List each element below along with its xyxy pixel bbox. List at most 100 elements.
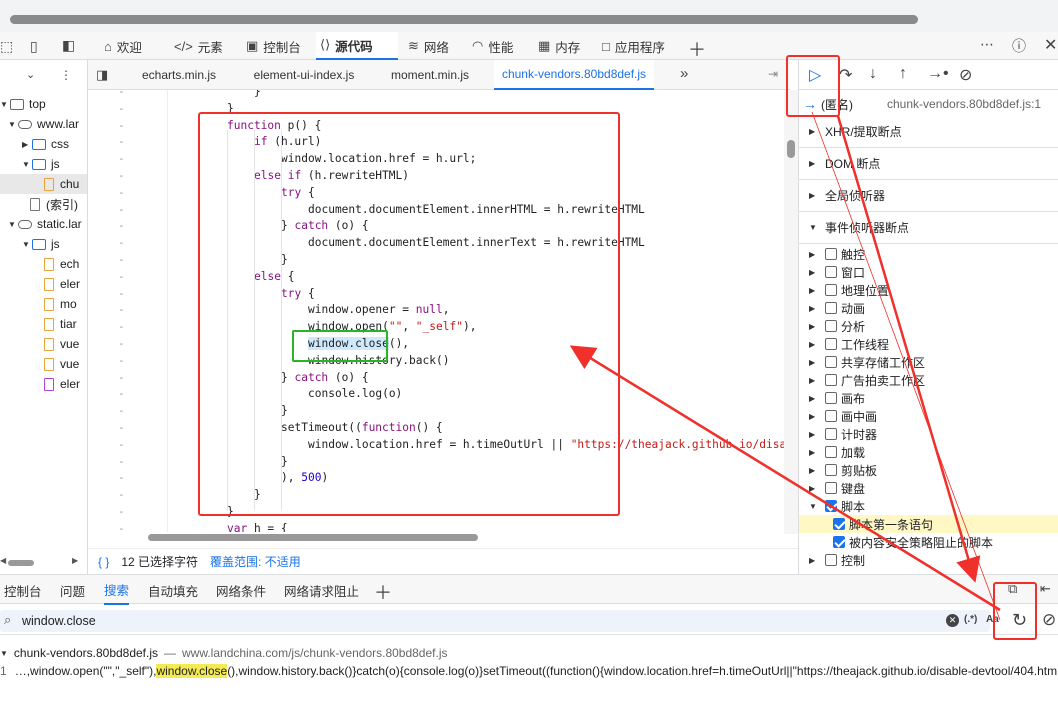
gutter-marker[interactable]: - [118, 253, 125, 266]
step-into-icon[interactable]: ↓ [869, 65, 877, 83]
tab-sources[interactable]: ⟨⟩ 源代码 [316, 32, 398, 60]
editor-tab[interactable]: moment.min.js [378, 60, 482, 90]
event-category-item[interactable]: ▼ 脚本 [809, 497, 865, 515]
call-stack-frame[interactable]: → (匿名) chunk-vendors.80bd8def.js:1 [799, 90, 1058, 118]
coverage-link[interactable]: 覆盖范围: 不适用 [210, 553, 301, 570]
gutter-marker[interactable]: - [118, 387, 125, 400]
gutter-marker[interactable]: - [118, 354, 125, 367]
breakpoint-checkbox[interactable] [825, 374, 837, 386]
tree-file-item[interactable]: (索引) [30, 194, 78, 214]
code-line[interactable]: } [254, 90, 261, 101]
collapse-arrow-icon[interactable]: ▶ [22, 140, 32, 149]
tree-folder-item[interactable]: ▼ js [22, 154, 60, 174]
event-category-item[interactable]: ▶ 地理位置 [809, 281, 889, 299]
event-category-item[interactable]: ▶ 动画 [809, 299, 865, 317]
result-file-header[interactable]: ▼ chunk-vendors.80bd8def.js — www.landch… [0, 646, 448, 660]
tab-home[interactable]: ⌂ 欢迎 [100, 32, 162, 60]
tree-scroll-right-icon[interactable]: ▶ [72, 556, 78, 565]
expand-arrow-icon[interactable]: ▼ [8, 220, 18, 229]
collapse-arrow-icon[interactable]: ▶ [809, 268, 819, 277]
debugger-section-header[interactable]: ▶ 全局侦听器 [799, 180, 1058, 212]
code-line[interactable]: ), 500) [281, 470, 328, 487]
gutter-marker[interactable]: - [118, 152, 125, 165]
event-category-item[interactable]: ▶ 触控 [809, 245, 865, 263]
collapse-arrow-icon[interactable]: ▶ [809, 556, 819, 565]
collapse-arrow-icon[interactable]: ▶ [809, 358, 819, 367]
toggle-debugger-icon[interactable]: ⇥ [768, 67, 778, 81]
gutter-marker[interactable]: - [118, 90, 125, 98]
event-category-item[interactable]: ▶ 广告拍卖工作区 [809, 371, 925, 389]
collapse-arrow-icon[interactable]: ▶ [809, 286, 819, 295]
breakpoint-checkbox[interactable] [833, 518, 845, 530]
tree-frame-item[interactable]: ▼ top [0, 94, 46, 114]
editor-vscroll-thumb[interactable] [787, 140, 795, 158]
breakpoint-checkbox[interactable] [825, 410, 837, 422]
collapse-arrow-icon[interactable]: ▶ [809, 394, 819, 403]
breakpoint-checkbox[interactable] [825, 338, 837, 350]
code-line[interactable]: window.location.href = h.url; [281, 151, 476, 168]
gutter-marker[interactable]: - [118, 337, 125, 350]
code-line[interactable]: window.close(), [308, 336, 409, 353]
tree-scrollbar-thumb[interactable] [8, 560, 34, 566]
gutter-marker[interactable]: - [118, 421, 125, 434]
event-category-item[interactable]: ▶ 画布 [809, 389, 865, 407]
script-breakpoint-item[interactable]: 脚本第一条语句 [833, 515, 933, 533]
drawer-tab[interactable]: 控制台 [4, 575, 42, 605]
tab-gauge[interactable]: ◠ 性能 [468, 32, 528, 60]
search-input[interactable]: ⌕ window.close ✕ (.*) [0, 610, 990, 632]
clear-results-icon[interactable]: ⊘ [1042, 610, 1056, 630]
gutter-marker[interactable]: - [118, 320, 125, 333]
editor-tab[interactable]: element-ui-index.js [238, 60, 370, 90]
event-category-item[interactable]: ▶ 计时器 [809, 425, 877, 443]
code-line[interactable]: else if (h.rewriteHTML) [254, 168, 409, 185]
collapse-arrow-icon[interactable]: ▶ [809, 340, 819, 349]
result-line[interactable]: 1 …,window.open("","_self"),window.close(… [0, 664, 1058, 678]
breakpoint-checkbox[interactable] [825, 464, 837, 476]
tree-menu-icon[interactable]: ⋮ [60, 68, 72, 82]
debugger-section-header[interactable]: ▶ DOM 断点 [799, 148, 1058, 180]
code-line[interactable]: window.history.back() [308, 353, 449, 370]
gutter-marker[interactable]: - [118, 203, 125, 216]
collapse-arrow-icon[interactable]: ▶ [809, 412, 819, 421]
gutter-marker[interactable]: - [118, 186, 125, 199]
breakpoint-checkbox[interactable] [825, 302, 837, 314]
collapse-arrow-icon[interactable]: ▶ [809, 484, 819, 493]
tree-file-item[interactable]: chu [0, 174, 87, 194]
gutter-marker[interactable]: - [118, 438, 125, 451]
gutter-marker[interactable]: - [118, 169, 125, 182]
code-line[interactable]: } [227, 101, 234, 118]
gutter-marker[interactable]: - [118, 371, 125, 384]
breakpoint-checkbox[interactable] [825, 320, 837, 332]
expand-arrow-icon[interactable]: ▼ [8, 120, 18, 129]
gutter-marker[interactable]: - [118, 455, 125, 468]
more-options-icon[interactable]: ⋯ [980, 36, 994, 53]
code-line[interactable]: window.location.href = h.timeOutUrl || "… [308, 437, 784, 454]
drawer-tab[interactable]: 问题 [60, 575, 85, 605]
breakpoint-checkbox[interactable] [825, 266, 837, 278]
drawer-close-icon[interactable]: ⇤ [1040, 581, 1051, 597]
event-category-item[interactable]: ▶ 加载 [809, 443, 865, 461]
tab-app[interactable]: □ 应用程序 [598, 32, 678, 60]
breakpoint-checkbox[interactable] [825, 446, 837, 458]
tree-scroll-left-icon[interactable]: ◀ [0, 556, 6, 565]
device-toolbar-icon[interactable]: ▯ [30, 38, 38, 55]
match-case-toggle[interactable]: Aa [986, 614, 999, 625]
tree-file-item[interactable]: vue [44, 354, 79, 374]
breakpoint-checkbox[interactable] [825, 428, 837, 440]
debugger-section-header[interactable]: ▶ XHR/提取断点 [799, 116, 1058, 148]
code-line[interactable]: document.documentElement.innerText = h.r… [308, 235, 645, 252]
gutter-marker[interactable]: - [118, 488, 125, 501]
tab-chip[interactable]: ▦ 内存 [534, 32, 592, 60]
gutter-marker[interactable]: - [118, 102, 125, 115]
more-editor-tabs-icon[interactable]: » [680, 65, 688, 82]
expand-arrow-icon[interactable]: ▼ [22, 240, 32, 249]
tree-file-item[interactable]: vue [44, 334, 79, 354]
deactivate-breakpoints-icon[interactable]: ⊘ [959, 65, 972, 85]
close-devtools-icon[interactable]: ✕ [1044, 35, 1057, 55]
gutter-marker[interactable]: - [118, 219, 125, 232]
resume-icon[interactable]: ▷ [809, 65, 821, 85]
event-category-item[interactable]: ▶ 键盘 [809, 479, 865, 497]
expand-arrow-icon[interactable]: ▼ [0, 100, 10, 109]
collapse-arrow-icon[interactable]: ▶ [809, 466, 819, 475]
clear-search-icon[interactable]: ✕ [946, 614, 959, 627]
